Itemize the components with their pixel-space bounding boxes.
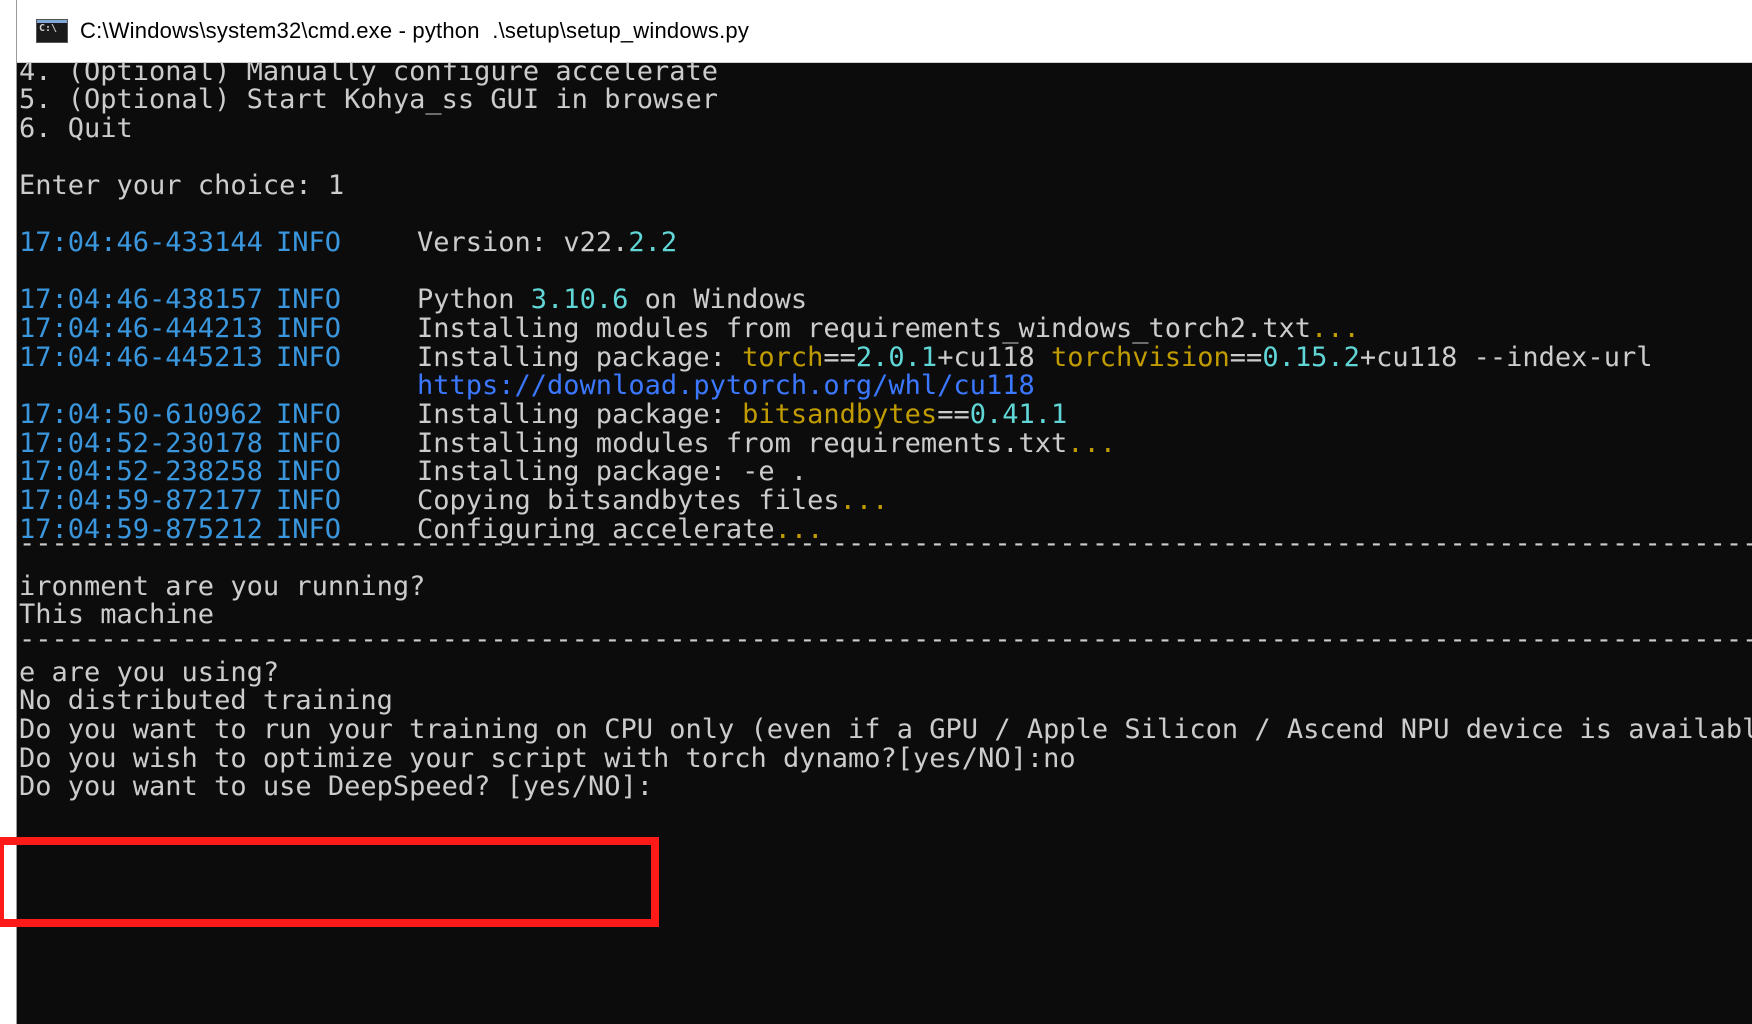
log-level: INFO	[276, 313, 342, 344]
highlight-box	[0, 837, 659, 927]
log-timestamp: 17:04:59-872177	[19, 485, 263, 516]
choice-prompt: Enter your choice: 1	[19, 170, 345, 201]
log-message: https://download.pytorch.org/whl/cu118	[417, 370, 1035, 401]
log-message: Installing package: -e .	[417, 456, 808, 487]
log-message: Python 3.10.6 on Windows	[417, 284, 808, 315]
log-level: INFO	[276, 399, 342, 430]
menu-item-6: 6. Quit	[19, 113, 133, 144]
question-cpu-only: Do you want to run your training on CPU …	[19, 714, 1752, 745]
log-timestamp: 17:04:46-438157	[19, 284, 263, 315]
log-message: Copying bitsandbytes files...	[417, 485, 889, 516]
log-message: Installing modules from requirements_win…	[417, 313, 1360, 344]
window-title: C:\Windows\system32\cmd.exe - python .\s…	[80, 18, 750, 43]
separator-line: ----------------------------------------…	[19, 528, 1752, 559]
cmd-icon	[36, 19, 68, 43]
log-message: Installing package: bitsandbytes==0.41.1	[417, 399, 1068, 430]
log-timestamp: 17:04:46-444213	[19, 313, 263, 344]
log-message: Version: v22.2.2	[417, 227, 678, 258]
log-level: INFO	[276, 284, 342, 315]
log-level: INFO	[276, 485, 342, 516]
answer-machine-type: No distributed training	[19, 685, 393, 716]
log-timestamp: 17:04:46-445213	[19, 342, 263, 373]
separator-line: ----------------------------------------…	[19, 624, 1752, 655]
log-timestamp: 17:04:52-238258	[19, 456, 263, 487]
log-timestamp: 17:04:46-433144	[19, 227, 263, 258]
log-level: INFO	[276, 342, 342, 373]
log-timestamp: 17:04:50-610962	[19, 399, 263, 430]
question-deepspeed[interactable]: Do you want to use DeepSpeed? [yes/NO]:	[19, 771, 669, 803]
log-level: INFO	[276, 456, 342, 487]
title-bar[interactable]: C:\Windows\system32\cmd.exe - python .\s…	[17, 0, 1752, 63]
log-level: INFO	[276, 227, 342, 258]
menu-item-5: 5. (Optional) Start Kohya_ss GUI in brow…	[19, 84, 718, 115]
